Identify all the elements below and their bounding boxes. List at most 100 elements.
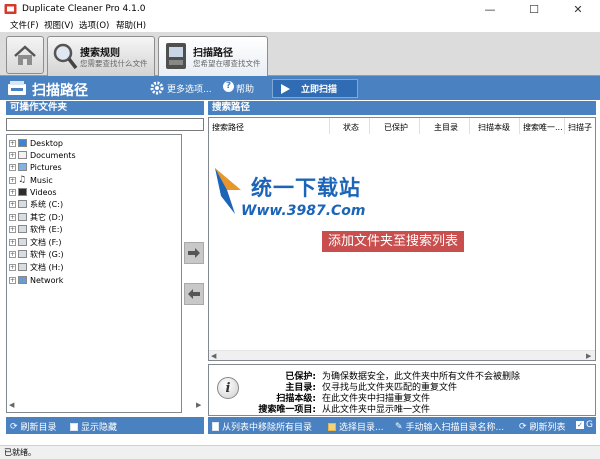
refresh-list-button[interactable]: ⟳ 刷新列表 xyxy=(519,420,566,434)
expand-icon[interactable]: + xyxy=(9,139,16,147)
refresh-folders-button[interactable]: ⟳ 刷新目录 xyxy=(10,420,57,434)
drive-icon xyxy=(18,213,27,221)
scroll-right-icon[interactable]: ▶ xyxy=(586,352,591,360)
tree-item-label: 软件 (E:) xyxy=(30,224,63,234)
options-checkbox[interactable]: ✓ G xyxy=(576,420,593,430)
gear-icon xyxy=(150,81,164,95)
expand-icon[interactable]: + xyxy=(9,151,16,159)
column-separator xyxy=(469,118,470,134)
choose-folder-button[interactable]: 选择目录... xyxy=(328,420,384,433)
scan-now-button[interactable]: 立即扫描 xyxy=(272,79,358,98)
tree-item-drive-f[interactable]: + 文档 (F:) xyxy=(9,236,61,248)
add-folder-hint: 添加文件夹至搜索列表 xyxy=(322,231,465,252)
tree-item-drive-c[interactable]: + 系统 (C:) xyxy=(9,198,63,210)
magnifier-icon xyxy=(53,43,78,70)
manual-path-label: 手动输入扫描目录名称... xyxy=(405,423,505,433)
expand-icon[interactable]: + xyxy=(9,250,16,258)
remove-all-button[interactable]: 从列表中移除所有目录 xyxy=(212,420,312,433)
drive-icon xyxy=(18,263,27,271)
arrow-right-icon xyxy=(188,248,200,258)
tree-item-drive-d[interactable]: + 其它 (D:) xyxy=(9,211,64,223)
tree-item-videos[interactable]: + Videos xyxy=(9,186,57,198)
remove-folder-button[interactable] xyxy=(184,283,204,305)
window-title: Duplicate Cleaner Pro 4.1.0 xyxy=(22,4,146,14)
column-header-master[interactable]: 主目录 xyxy=(434,122,458,133)
expand-icon[interactable]: + xyxy=(9,263,16,271)
expand-icon[interactable]: + xyxy=(9,213,16,221)
tree-item-label: 其它 (D:) xyxy=(30,212,64,222)
scan-now-label: 立即扫描 xyxy=(301,85,338,95)
home-tab[interactable] xyxy=(6,36,44,74)
column-separator xyxy=(564,118,565,134)
column-header-status[interactable]: 状态 xyxy=(343,122,359,133)
tree-item-drive-e[interactable]: + 软件 (E:) xyxy=(9,223,63,235)
status-bar xyxy=(0,445,600,459)
help-link[interactable]: 帮助 xyxy=(236,82,254,95)
scroll-left-icon[interactable]: ◀ xyxy=(211,352,216,360)
refresh-list-label: 刷新列表 xyxy=(529,423,566,433)
expand-icon[interactable]: + xyxy=(9,225,16,233)
add-folder-button[interactable] xyxy=(184,242,204,264)
column-header-path[interactable]: 搜索路径 xyxy=(212,122,244,133)
tree-item-drive-g[interactable]: + 软件 (G:) xyxy=(9,248,64,260)
play-icon xyxy=(281,83,290,94)
expand-icon[interactable]: + xyxy=(9,176,16,184)
horizontal-scrollbar[interactable]: ◀ ▶ xyxy=(209,350,595,360)
tree-item-drive-h[interactable]: + 文档 (H:) xyxy=(9,261,64,273)
drive-icon xyxy=(18,250,27,258)
close-button[interactable]: ✕ xyxy=(556,0,600,18)
expand-icon[interactable]: + xyxy=(9,276,16,284)
checkbox-checked-icon[interactable]: ✓ xyxy=(576,421,584,429)
folder-search-input[interactable] xyxy=(6,118,204,131)
options-label: G xyxy=(586,420,593,430)
refresh-folders-label: 刷新目录 xyxy=(20,423,57,433)
document-icon xyxy=(212,422,219,431)
remove-all-label: 从列表中移除所有目录 xyxy=(222,423,313,433)
column-header-scan-level[interactable]: 扫描本级 xyxy=(478,122,510,133)
videos-icon xyxy=(18,188,27,196)
tree-item-network[interactable]: + Network xyxy=(9,274,63,286)
music-icon: ♫ xyxy=(18,175,27,185)
manual-path-button[interactable]: ✎ 手动输入扫描目录名称... xyxy=(395,420,505,434)
column-separator xyxy=(519,118,520,134)
tree-scroll-right-icon[interactable]: ▶ xyxy=(196,401,201,409)
show-hidden-checkbox[interactable]: 显示隐藏 xyxy=(70,420,117,433)
tree-item-documents[interactable]: + Documents xyxy=(9,149,76,161)
tree-scroll-left-icon[interactable]: ◀ xyxy=(9,401,14,409)
tree-item-desktop[interactable]: + Desktop xyxy=(9,137,63,149)
refresh-icon: ⟳ xyxy=(10,421,18,432)
scanner-icon xyxy=(8,81,26,95)
more-options-link[interactable]: 更多选项... xyxy=(167,82,212,95)
documents-icon xyxy=(18,151,27,159)
menu-file[interactable]: 文件(F) xyxy=(10,19,39,31)
tree-item-music[interactable]: + ♫ Music xyxy=(9,174,53,186)
pictures-icon xyxy=(18,163,27,171)
expand-icon[interactable]: + xyxy=(9,163,16,171)
tab-scan-paths[interactable]: 扫描路径 您希望在哪查找文件 xyxy=(158,36,268,76)
available-folders-header: 可操作文件夹 xyxy=(6,101,204,115)
menu-view[interactable]: 视图(V) xyxy=(44,19,73,31)
expand-icon[interactable]: + xyxy=(9,200,16,208)
menu-options[interactable]: 选项(O) xyxy=(79,19,109,31)
tree-item-pictures[interactable]: + Pictures xyxy=(9,161,62,173)
column-header-protected[interactable]: 已保护 xyxy=(384,122,408,133)
maximize-button[interactable]: ☐ xyxy=(512,0,556,18)
column-separator xyxy=(329,118,330,134)
tree-item-label: 系统 (C:) xyxy=(30,199,64,209)
search-paths-header: 搜索路径 xyxy=(208,101,596,115)
choose-folder-label: 选择目录... xyxy=(339,423,384,433)
tab-search-rules[interactable]: 搜索规则 您需要查找什么文件 xyxy=(47,36,155,76)
menu-help[interactable]: 帮助(H) xyxy=(116,19,146,31)
expand-icon[interactable]: + xyxy=(9,188,16,196)
expand-icon[interactable]: + xyxy=(9,238,16,246)
tree-item-label: Desktop xyxy=(30,138,63,148)
checkbox-icon[interactable] xyxy=(70,422,78,431)
show-hidden-label: 显示隐藏 xyxy=(81,423,118,433)
drive-icon xyxy=(18,225,27,233)
minimize-button[interactable]: — xyxy=(468,0,512,18)
refresh-icon: ⟳ xyxy=(519,421,527,432)
column-header-subfolders[interactable]: 扫描子 xyxy=(568,122,592,133)
column-header-unique[interactable]: 搜索唯一... xyxy=(523,122,563,133)
folder-icon xyxy=(328,422,336,431)
legend-key-unique: 搜索唯一项目: xyxy=(258,405,316,415)
